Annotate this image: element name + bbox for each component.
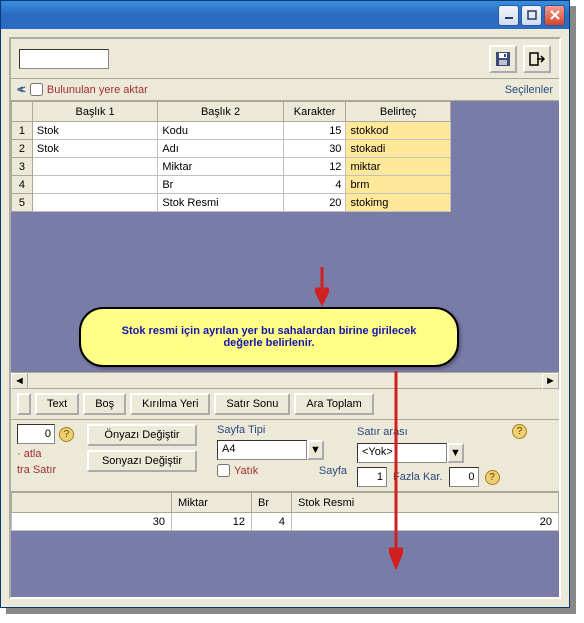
yatik-checkbox[interactable] — [217, 464, 230, 477]
kirilma-button[interactable]: Kırılma Yeri — [130, 393, 210, 415]
annotation-arrow-icon-2 — [389, 369, 403, 569]
table-row[interactable]: 2 Stok Adı 30 stokadi — [12, 140, 451, 158]
exit-button[interactable] — [523, 45, 551, 73]
g2-h3[interactable]: Br — [252, 493, 292, 513]
table-row[interactable]: 1 Stok Kodu 15 stokkod — [12, 122, 451, 140]
fazla-input[interactable]: 0 — [449, 467, 479, 487]
fields-grid: Başlık 1 Başlık 2 Karakter Belirteç 1 St… — [11, 101, 559, 212]
preview-grid: Miktar Br Stok Resmi 30 12 4 20 — [11, 492, 559, 552]
col-belirtec[interactable]: Belirteç — [346, 102, 451, 122]
options-bar: << Bulunulan yere aktar Seçilenler — [11, 79, 559, 101]
scroll-left-icon[interactable]: ◄ — [11, 373, 28, 389]
maximize-button[interactable] — [521, 5, 542, 26]
window: << Bulunulan yere aktar Seçilenler Başlı… — [0, 0, 570, 608]
sayfa-tipi-combo[interactable]: A4 ▼ — [217, 440, 347, 460]
sonyazi-button[interactable]: Sonyazı Değiştir — [87, 450, 197, 472]
callout-bubble: Stok resmi için ayrılan yer bu sahalarda… — [79, 307, 459, 367]
yatik-label: Yatık — [234, 465, 258, 477]
transfer-checkbox[interactable]: Bulunulan yere aktar — [30, 83, 148, 96]
table-row[interactable]: 5 Stok Resmi 20 stokimg — [12, 194, 451, 212]
text-button[interactable]: Text — [35, 393, 79, 415]
g2-h4[interactable]: Stok Resmi — [292, 493, 559, 513]
collapse-chevron-icon[interactable]: << — [17, 84, 22, 96]
save-button[interactable] — [489, 45, 517, 73]
scroll-right-icon[interactable]: ► — [542, 373, 559, 389]
row-header-corner — [12, 102, 33, 122]
help-icon-2[interactable]: ? — [512, 424, 527, 439]
toolbar — [11, 39, 559, 79]
help-icon-3[interactable]: ? — [485, 470, 500, 485]
transfer-checkbox-label: Bulunulan yere aktar — [47, 84, 148, 96]
annotation-arrow-icon — [315, 265, 329, 309]
h-scrollbar[interactable]: ◄ ► — [11, 372, 559, 389]
sayfa-tipi-label: Sayfa Tipi — [217, 424, 347, 436]
table-row[interactable]: 4 Br 4 brm — [12, 176, 451, 194]
tra-satir-label: tra Satır — [17, 464, 77, 476]
chevron-down-icon[interactable]: ▼ — [447, 443, 464, 463]
col-baslik1[interactable]: Başlık 1 — [32, 102, 157, 122]
transfer-checkbox-input[interactable] — [30, 83, 43, 96]
callout-text: Stok resmi için ayrılan yer bu sahalarda… — [101, 325, 437, 349]
settings-row: 0 ? · atla tra Satır Önyazı Değiştir Son… — [11, 420, 559, 492]
ara-toplam-button[interactable]: Ara Toplam — [294, 393, 373, 415]
onyazi-button[interactable]: Önyazı Değiştir — [87, 424, 197, 446]
g2-h2[interactable]: Miktar — [172, 493, 252, 513]
table-row[interactable]: 3 Miktar 12 miktar — [12, 158, 451, 176]
satir-sonu-button[interactable]: Satır Sonu — [214, 393, 290, 415]
atla-label: · atla — [17, 448, 77, 460]
close-button[interactable] — [544, 5, 565, 26]
table-row[interactable]: 30 12 4 20 — [12, 513, 559, 531]
one-input[interactable]: 1 — [357, 467, 387, 487]
col-karakter[interactable]: Karakter — [283, 102, 346, 122]
minimize-button[interactable] — [498, 5, 519, 26]
action-bar: Text Boş Kırılma Yeri Satır Sonu Ara Top… — [11, 389, 559, 420]
chevron-down-icon[interactable]: ▼ — [307, 440, 324, 460]
help-icon[interactable]: ? — [59, 427, 74, 442]
sayfa-label: Sayfa — [319, 465, 347, 477]
num-input-0[interactable]: 0 — [17, 424, 55, 444]
search-input[interactable] — [19, 49, 109, 69]
col-baslik2[interactable]: Başlık 2 — [158, 102, 283, 122]
bos-button[interactable]: Boş — [83, 393, 126, 415]
blank-button[interactable] — [17, 393, 31, 415]
client-area: << Bulunulan yere aktar Seçilenler Başlı… — [9, 37, 561, 599]
satir-arasi-combo[interactable]: <Yok> ▼ — [357, 443, 527, 463]
g2-h1[interactable] — [12, 493, 172, 513]
titlebar — [1, 1, 569, 29]
selected-label: Seçilenler — [505, 84, 553, 96]
